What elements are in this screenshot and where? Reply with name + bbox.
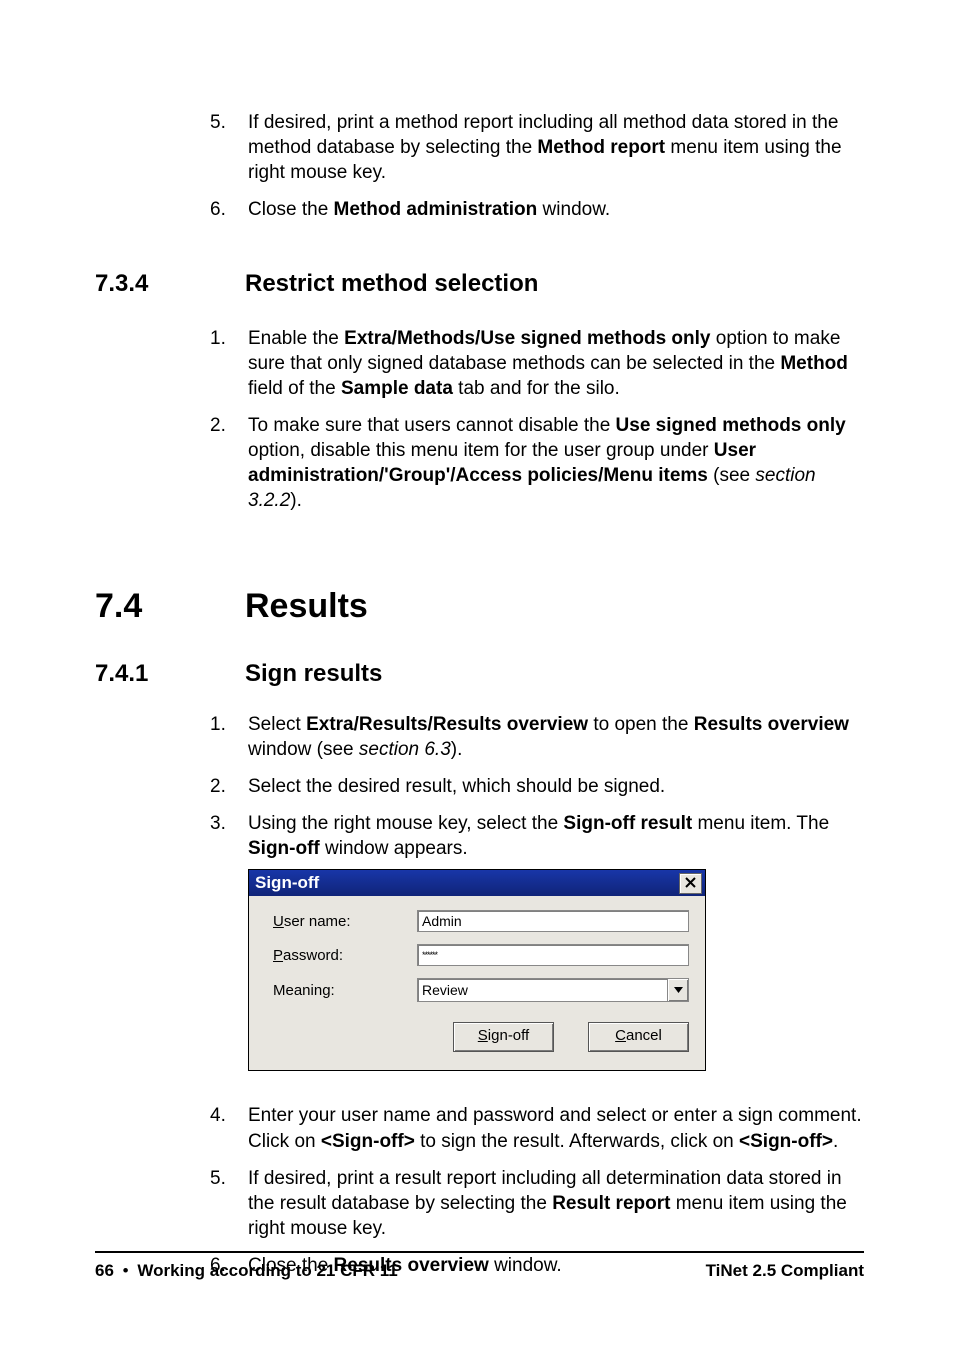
password-row: Password: ****** xyxy=(273,944,689,966)
username-input[interactable]: Admin xyxy=(417,910,689,932)
list-item: 2. Select the desired result, which shou… xyxy=(210,774,864,799)
footer-rule xyxy=(95,1251,864,1253)
menu-item-ref: Method report xyxy=(537,137,665,158)
list-item: 1. Select Extra/Results/Results overview… xyxy=(210,712,864,762)
heading-number: 7.4.1 xyxy=(95,658,245,690)
meaning-row: Meaning: Review xyxy=(273,978,689,1002)
heading-number: 7.3.4 xyxy=(95,268,245,300)
username-row: User name: Admin xyxy=(273,910,689,932)
list-body: Close the Method administration window. xyxy=(248,197,864,222)
list-item: 3. Using the right mouse key, select the… xyxy=(210,811,864,1091)
footer-left: 66 • Working according to 21 CFR 11 xyxy=(95,1261,398,1281)
window-ref: Method administration xyxy=(334,199,538,220)
list-item: 6. Close the Method administration windo… xyxy=(210,197,864,222)
list-body: If desired, print a result report includ… xyxy=(248,1166,864,1241)
list-number: 2. xyxy=(210,774,248,799)
heading-number: 7.4 xyxy=(95,584,245,629)
heading-title: Results xyxy=(245,584,368,629)
dialog-title: Sign-off xyxy=(255,872,319,894)
signoff-button[interactable]: Sign-off xyxy=(453,1022,554,1052)
heading-7-4: 7.4 Results xyxy=(95,584,864,629)
footer-section: Working according to 21 CFR 11 xyxy=(137,1261,397,1280)
dialog-titlebar: Sign-off xyxy=(249,870,705,896)
list-item: 4. Enter your user name and password and… xyxy=(210,1103,864,1153)
signoff-dialog: Sign-off User name: Admin xyxy=(248,869,706,1071)
username-label: User name: xyxy=(273,912,417,932)
list-number: 1. xyxy=(210,326,248,351)
list-body: Enter your user name and password and se… xyxy=(248,1103,864,1153)
footer-line: 66 • Working according to 21 CFR 11 TiNe… xyxy=(95,1261,864,1281)
list-body: To make sure that users cannot disable t… xyxy=(248,413,864,513)
dropdown-button[interactable] xyxy=(667,978,689,1002)
heading-7-4-1: 7.4.1 Sign results xyxy=(95,658,864,690)
list-item: 2. To make sure that users cannot disabl… xyxy=(210,413,864,513)
list-item: 5. If desired, print a method report inc… xyxy=(210,110,864,185)
list-number: 1. xyxy=(210,712,248,737)
list-item: 1. Enable the Extra/Methods/Use signed m… xyxy=(210,326,864,401)
list-number: 5. xyxy=(210,110,248,135)
chevron-down-icon xyxy=(674,987,683,993)
list-7-4-1: 1. Select Extra/Results/Results overview… xyxy=(210,712,864,1278)
footer-product: TiNet 2.5 Compliant xyxy=(706,1261,864,1281)
password-input[interactable]: ****** xyxy=(417,944,689,966)
heading-7-3-4: 7.3.4 Restrict method selection xyxy=(95,268,864,300)
page-content: 5. If desired, print a method report inc… xyxy=(0,0,954,1278)
list-body: Using the right mouse key, select the Si… xyxy=(248,811,864,1091)
list-number: 6. xyxy=(210,197,248,222)
close-icon xyxy=(685,875,696,892)
list-number: 2. xyxy=(210,413,248,438)
list-item: 5. If desired, print a result report inc… xyxy=(210,1166,864,1241)
password-label: Password: xyxy=(273,946,417,966)
list-continuation: 5. If desired, print a method report inc… xyxy=(210,110,864,222)
dialog-screenshot: Sign-off User name: Admin xyxy=(248,869,864,1071)
heading-title: Sign results xyxy=(245,658,382,690)
list-number: 4. xyxy=(210,1103,248,1128)
list-number: 5. xyxy=(210,1166,248,1191)
cancel-button[interactable]: Cancel xyxy=(588,1022,689,1052)
list-body: Select the desired result, which should … xyxy=(248,774,864,799)
list-body: If desired, print a method report includ… xyxy=(248,110,864,185)
heading-title: Restrict method selection xyxy=(245,268,538,300)
close-button[interactable] xyxy=(679,873,702,894)
list-body: Select Extra/Results/Results overview to… xyxy=(248,712,864,762)
list-7-3-4: 1. Enable the Extra/Methods/Use signed m… xyxy=(210,326,864,514)
page-footer: 66 • Working according to 21 CFR 11 TiNe… xyxy=(95,1251,864,1281)
dialog-buttons: Sign-off Cancel xyxy=(453,1022,689,1052)
list-number: 3. xyxy=(210,811,248,836)
meaning-label: Meaning: xyxy=(273,981,417,1001)
dialog-body: User name: Admin Password: ****** Meanin… xyxy=(249,896,705,1070)
list-body: Enable the Extra/Methods/Use signed meth… xyxy=(248,326,864,401)
meaning-value: Review xyxy=(417,978,667,1002)
meaning-select[interactable]: Review xyxy=(417,978,689,1002)
page-number: 66 xyxy=(95,1261,114,1280)
